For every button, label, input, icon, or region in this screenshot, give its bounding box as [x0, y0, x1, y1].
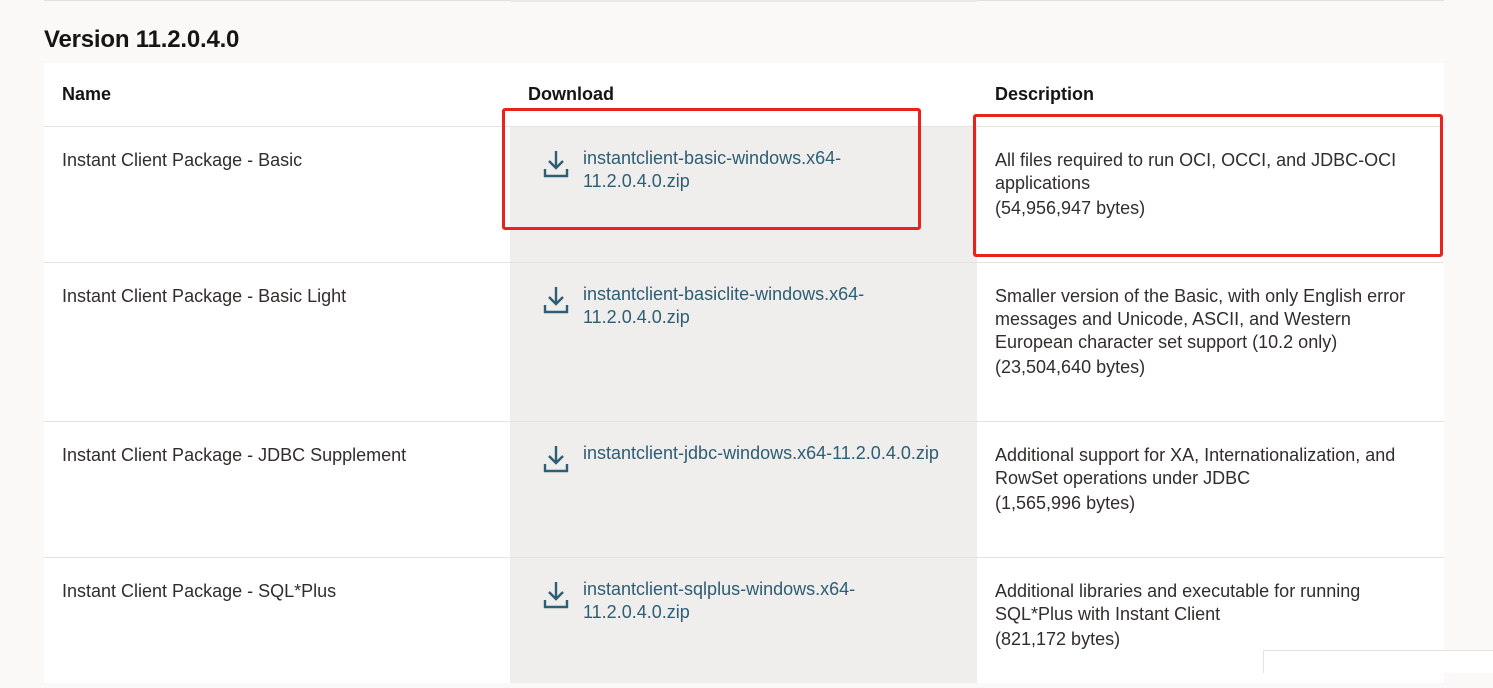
- corner-widget: [1263, 650, 1493, 673]
- table-row: Instant Client Package - SQL*Plus instan…: [44, 558, 1444, 688]
- package-name: Instant Client Package - JDBC Supplement: [62, 445, 407, 465]
- description-highlight-box: [973, 114, 1443, 257]
- package-name: Instant Client Package - Basic: [62, 150, 303, 170]
- package-name: Instant Client Package - Basic Light: [62, 286, 347, 306]
- download-icon: [543, 446, 569, 473]
- description-text: Additional support for XA, International…: [995, 445, 1396, 488]
- package-name: Instant Client Package - SQL*Plus: [62, 581, 337, 601]
- package-description: Smaller version of the Basic, with only …: [995, 285, 1425, 379]
- download-highlight-box: [502, 108, 921, 230]
- download-filename[interactable]: instantclient-jdbc-windows.x64-11.2.0.4.…: [583, 442, 963, 465]
- header-name: Name: [62, 84, 112, 104]
- table-row: Instant Client Package - Basic Light ins…: [44, 263, 1444, 422]
- download-filename[interactable]: instantclient-basiclite-windows.x64- 11.2…: [583, 283, 883, 329]
- file-size: (23,504,640 bytes): [995, 357, 1146, 377]
- section-title: Version 11.2.0.4.0: [44, 26, 240, 53]
- download-link[interactable]: instantclient-basiclite-windows.x64- 11.2…: [543, 283, 883, 329]
- package-description: Additional libraries and executable for …: [995, 580, 1425, 651]
- download-icon: [543, 287, 569, 314]
- download-link[interactable]: instantclient-sqlplus-windows.x64- 11.2.0…: [543, 578, 883, 624]
- header-description: Description: [995, 84, 1095, 104]
- package-description: Additional support for XA, International…: [995, 444, 1425, 515]
- description-text: Additional libraries and executable for …: [995, 581, 1361, 624]
- table-row: Instant Client Package - JDBC Supplement…: [44, 422, 1444, 558]
- description-text: Smaller version of the Basic, with only …: [995, 286, 1406, 352]
- file-size: (1,565,996 bytes): [995, 493, 1136, 513]
- file-size: (821,172 bytes): [995, 629, 1121, 649]
- download-icon: [543, 582, 569, 609]
- header-download: Download: [528, 84, 614, 104]
- download-link[interactable]: instantclient-jdbc-windows.x64-11.2.0.4.…: [543, 442, 963, 474]
- download-filename[interactable]: instantclient-sqlplus-windows.x64- 11.2.0…: [583, 578, 883, 624]
- top-download-band: [510, 0, 977, 2]
